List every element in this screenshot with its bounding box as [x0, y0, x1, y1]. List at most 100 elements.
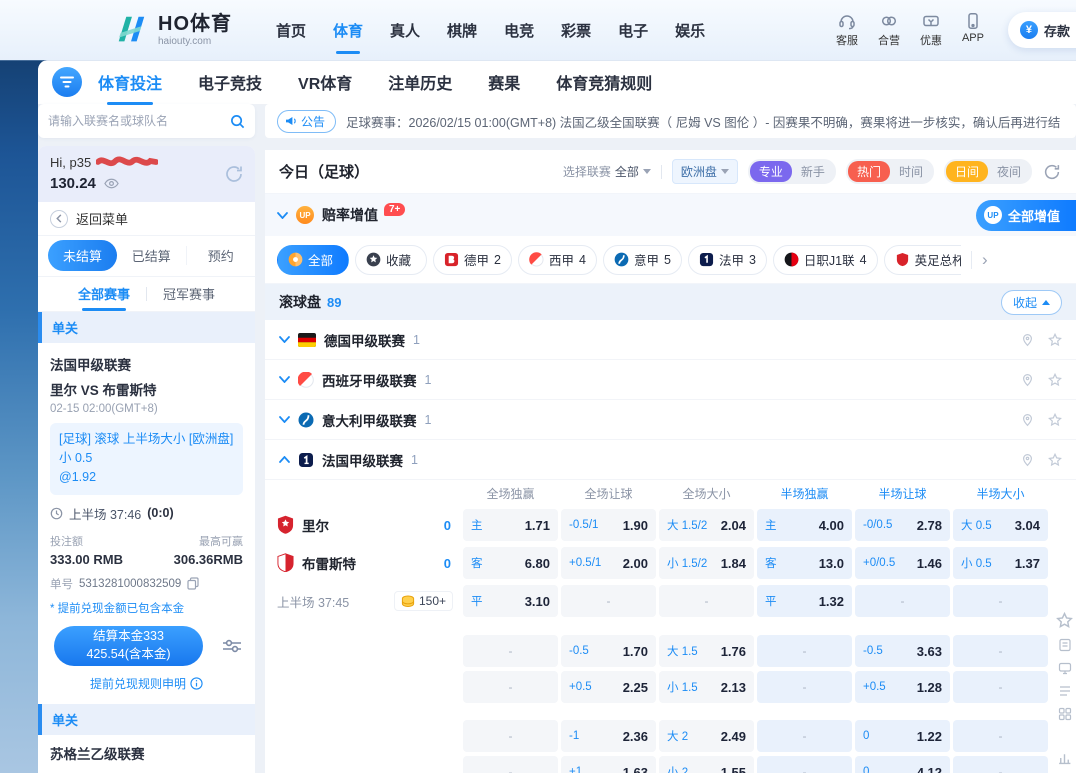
- cashout-rules-link[interactable]: 提前兑现规则申明: [50, 675, 243, 692]
- topnav-item[interactable]: 彩票: [561, 0, 591, 60]
- chevron-down-icon[interactable]: [277, 212, 288, 219]
- deposit-button[interactable]: ¥ 存款: [1008, 12, 1076, 48]
- star-outline-icon[interactable]: [1048, 453, 1062, 467]
- league-pill[interactable]: 收藏: [355, 245, 427, 275]
- league-filter-select[interactable]: 选择联赛 全部: [563, 163, 651, 180]
- tab-settled[interactable]: 已结算: [117, 246, 186, 265]
- cashout-settings-icon[interactable]: [221, 637, 243, 655]
- odds-cell[interactable]: -12.36: [561, 720, 656, 752]
- quick-link[interactable]: APP: [962, 12, 984, 48]
- league-row[interactable]: 西班牙甲级联赛 1: [265, 360, 1076, 400]
- subnav-tab[interactable]: 注单历史: [388, 70, 452, 94]
- toggle-night[interactable]: 夜间: [988, 161, 1030, 182]
- topnav-item[interactable]: 真人: [390, 0, 420, 60]
- tab-reserved[interactable]: 预约: [186, 246, 255, 265]
- topnav-item[interactable]: 电子: [618, 0, 648, 60]
- topnav-item[interactable]: 电竞: [504, 0, 534, 60]
- logo[interactable]: HO体育 haiouty.com: [112, 13, 232, 48]
- topnav-item[interactable]: 体育: [333, 0, 363, 60]
- odds-cell[interactable]: -0.51.70: [561, 635, 656, 667]
- odds-cell[interactable]: 大 22.49: [659, 720, 754, 752]
- copy-icon[interactable]: [187, 577, 199, 590]
- tab-champion-events[interactable]: 冠军赛事: [163, 284, 215, 303]
- float-list-icon[interactable]: [1058, 684, 1072, 698]
- odds-cell[interactable]: 平3.10: [463, 585, 558, 617]
- odds-cell[interactable]: 01.22: [855, 720, 950, 752]
- odds-cell[interactable]: +11.63: [561, 756, 656, 773]
- odds-filter-icon[interactable]: [52, 67, 82, 97]
- odds-cell[interactable]: 主1.71: [463, 509, 558, 541]
- pin-icon[interactable]: [1021, 373, 1034, 387]
- eye-icon[interactable]: [104, 178, 119, 189]
- toggle-novice[interactable]: 新手: [792, 161, 834, 182]
- odds-cell[interactable]: -0.5/11.90: [561, 509, 656, 541]
- odds-cell[interactable]: +0.5/12.00: [561, 547, 656, 579]
- pin-icon[interactable]: [1021, 413, 1034, 427]
- odds-cell[interactable]: 平1.32: [757, 585, 852, 617]
- pin-icon[interactable]: [1021, 453, 1034, 467]
- pin-icon[interactable]: [1021, 333, 1034, 347]
- subnav-tab[interactable]: VR体育: [298, 70, 352, 94]
- topnav-item[interactable]: 娱乐: [675, 0, 705, 60]
- odds-cell[interactable]: 客6.80: [463, 547, 558, 579]
- odds-cell[interactable]: +0.51.28: [855, 671, 950, 703]
- float-chart-icon[interactable]: [1057, 750, 1072, 765]
- league-pill[interactable]: 日职J1联4: [773, 245, 878, 275]
- odds-cell[interactable]: 小 0.51.37: [953, 547, 1048, 579]
- star-outline-icon[interactable]: [1048, 413, 1062, 427]
- subnav-tab[interactable]: 赛果: [488, 70, 520, 94]
- subnav-tab[interactable]: 体育竞猜规则: [556, 70, 652, 94]
- odds-cell[interactable]: -0.53.63: [855, 635, 950, 667]
- refresh-balance-icon[interactable]: [223, 163, 245, 185]
- league-pill[interactable]: 德甲2: [433, 245, 512, 275]
- float-doc-icon[interactable]: [1058, 638, 1072, 652]
- odds-cell[interactable]: 主4.00: [757, 509, 852, 541]
- toggle-hot[interactable]: 热门: [848, 161, 890, 182]
- float-monitor-icon[interactable]: [1058, 661, 1072, 675]
- odds-cell[interactable]: 客13.0: [757, 547, 852, 579]
- odds-cell[interactable]: 小 21.55: [659, 756, 754, 773]
- tab-all-events[interactable]: 全部赛事: [78, 284, 130, 303]
- league-row[interactable]: 德国甲级联赛 1: [265, 320, 1076, 360]
- odds-cell[interactable]: 大 0.53.04: [953, 509, 1048, 541]
- search-icon[interactable]: [230, 114, 245, 129]
- league-pill[interactable]: 西甲4: [518, 245, 597, 275]
- collapse-button[interactable]: 收起: [1001, 290, 1062, 315]
- quick-link[interactable]: 合营: [878, 12, 900, 48]
- back-to-menu[interactable]: 返回菜单: [38, 202, 255, 236]
- search-input[interactable]: [48, 114, 230, 128]
- topnav-item[interactable]: 棋牌: [447, 0, 477, 60]
- odds-cell[interactable]: 小 1.5/21.84: [659, 547, 754, 579]
- league-pill[interactable]: 全部: [277, 245, 349, 275]
- odds-cell[interactable]: 04.12: [855, 756, 950, 773]
- odds-cell[interactable]: -0/0.52.78: [855, 509, 950, 541]
- cashout-button[interactable]: 结算本金333 425.54(含本金): [54, 626, 203, 666]
- toggle-time[interactable]: 时间: [890, 161, 932, 182]
- float-grid-icon[interactable]: [1058, 707, 1072, 721]
- odds-cell[interactable]: +0.52.25: [561, 671, 656, 703]
- quick-link[interactable]: 客服: [836, 12, 858, 48]
- subnav-tab[interactable]: 体育投注: [98, 70, 162, 94]
- star-outline-icon[interactable]: [1048, 333, 1062, 347]
- league-pill[interactable]: 法甲3: [688, 245, 767, 275]
- all-boosts-button[interactable]: UP 全部增值: [976, 200, 1076, 231]
- quick-link[interactable]: 优惠: [920, 12, 942, 48]
- odds-cell[interactable]: 大 1.5/22.04: [659, 509, 754, 541]
- league-pill[interactable]: 意甲5: [603, 245, 682, 275]
- toggle-day[interactable]: 日间: [946, 161, 988, 182]
- star-outline-icon[interactable]: [1048, 373, 1062, 387]
- league-pill[interactable]: 英足总杯6: [884, 245, 961, 275]
- league-row[interactable]: 意大利甲级联赛 1: [265, 400, 1076, 440]
- odds-cell[interactable]: 大 1.51.76: [659, 635, 754, 667]
- tab-unsettled[interactable]: 未结算: [48, 240, 117, 271]
- topnav-item[interactable]: 首页: [276, 0, 306, 60]
- odds-type-select[interactable]: 欧洲盘: [672, 159, 738, 184]
- odds-cell[interactable]: +0/0.51.46: [855, 547, 950, 579]
- odds-cell[interactable]: 小 1.52.13: [659, 671, 754, 703]
- more-markets-badge[interactable]: 150+: [394, 591, 453, 611]
- refresh-icon[interactable]: [1042, 162, 1062, 182]
- league-row[interactable]: 法国甲级联赛 1: [265, 440, 1076, 480]
- pills-scroll-right[interactable]: ›: [971, 251, 988, 269]
- subnav-tab[interactable]: 电子竞技: [198, 70, 262, 94]
- toggle-pro[interactable]: 专业: [750, 161, 792, 182]
